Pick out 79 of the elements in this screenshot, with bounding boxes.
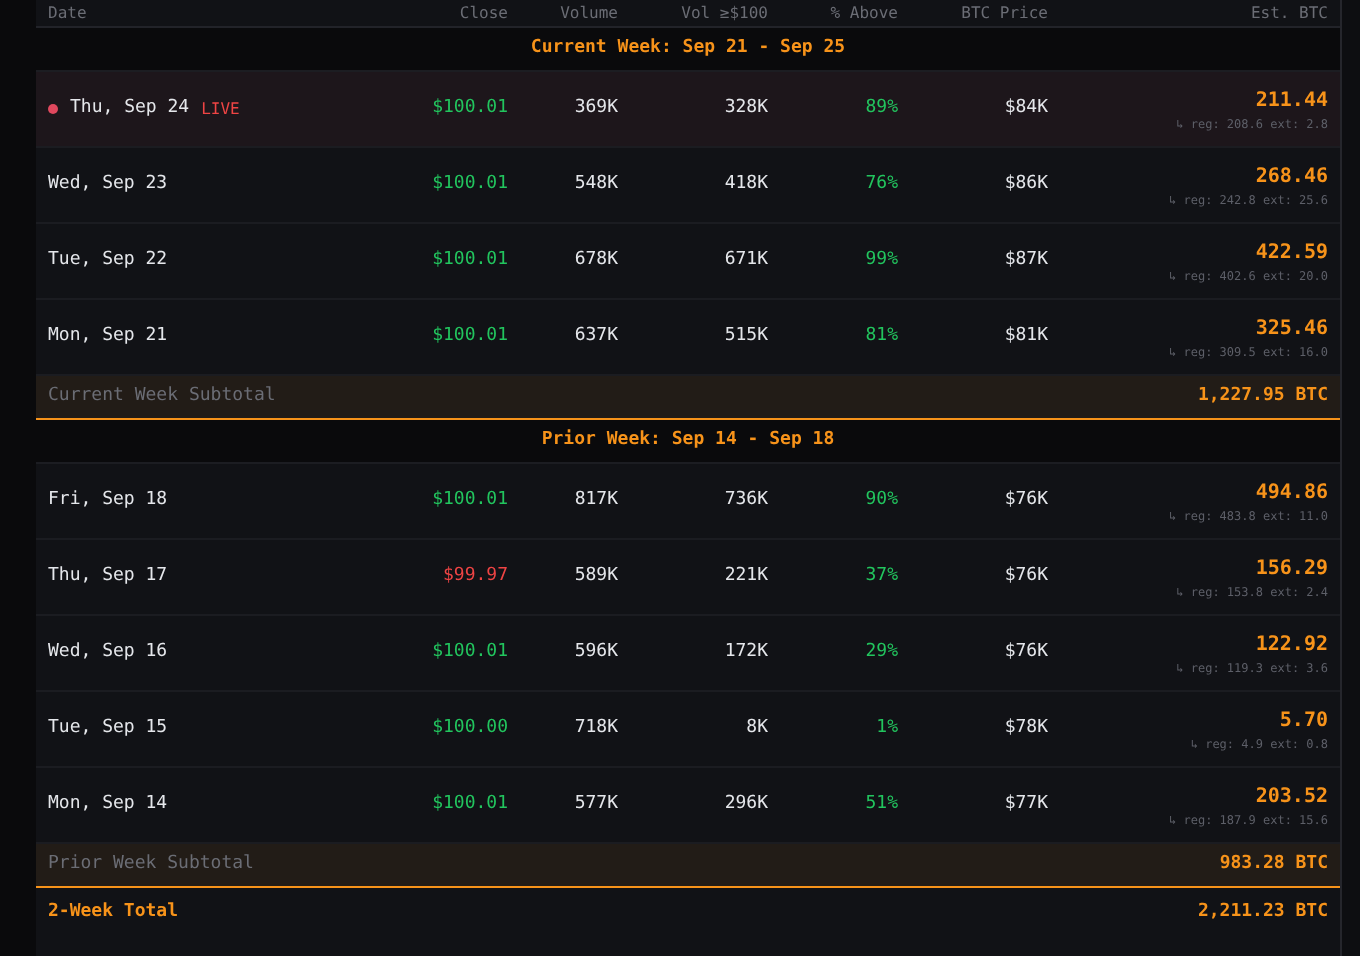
column-header: Close: [457, 3, 508, 23]
percent-cell-text: 37%: [863, 563, 898, 590]
date-cell-text: Mon, Sep 21: [48, 323, 168, 350]
estimate-cell-text: 122.92: [1255, 631, 1328, 659]
volume-cell-text: 718K: [572, 715, 618, 742]
close-cell-text: $99.97: [440, 563, 508, 590]
percent-cell-text: 51%: [863, 791, 898, 818]
date-cell-text: Fri, Sep 18: [48, 487, 168, 514]
date-cell-text: Thu, Sep 24: [70, 95, 190, 122]
price-cell-text: $76K: [1002, 639, 1048, 666]
volume-cell-text: 671K: [722, 247, 768, 274]
date-cell-text: Mon, Sep 14: [48, 791, 168, 818]
volume-cell-text: 221K: [722, 563, 768, 590]
date-cell-text: Tue, Sep 22: [48, 247, 168, 274]
estimate-cell-text: 494.86: [1255, 479, 1328, 507]
volume-cell-text: 577K: [572, 791, 618, 818]
percent-cell-text: 29%: [863, 639, 898, 666]
close-cell-text: $100.01: [430, 639, 508, 666]
column-header: Vol ≥$100: [679, 3, 768, 23]
price-cell-text: $76K: [1002, 563, 1048, 590]
subtotal-value: 1,227.95 BTC: [1197, 383, 1328, 410]
percent-cell-text: 90%: [863, 487, 898, 514]
price-cell-text: $77K: [1002, 791, 1048, 818]
total-value: 2,211.23 BTC: [1197, 900, 1328, 927]
price-cell-text: $84K: [1002, 95, 1048, 122]
column-header: Est. BTC: [1248, 3, 1328, 23]
close-cell-text: $100.01: [430, 95, 508, 122]
estimate-cell-text: 5.70: [1279, 707, 1328, 735]
subtotal-value: 983.28 BTC: [1219, 851, 1328, 878]
volume-cell-text: 369K: [572, 95, 618, 122]
section-title: Prior Week: Sep 14 - Sep 18: [541, 427, 835, 454]
estimate-cell-text: 268.46: [1255, 163, 1328, 191]
column-header: BTC Price: [959, 3, 1048, 23]
percent-cell-text: 81%: [863, 323, 898, 350]
close-cell-text: $100.01: [430, 791, 508, 818]
volume-cell-text: 736K: [722, 487, 768, 514]
close-cell-text: $100.01: [430, 323, 508, 350]
volume-cell-text: 817K: [572, 487, 618, 514]
subtotal-label: Current Week Subtotal: [48, 383, 276, 410]
volume-cell-text: 296K: [722, 791, 768, 818]
estimate-cell-text: 325.46: [1255, 315, 1328, 343]
estimate-cell-text: 422.59: [1255, 239, 1328, 267]
volume-cell-text: 8K: [744, 715, 768, 742]
date-cell-text: Wed, Sep 23: [48, 171, 168, 198]
close-cell-text: $100.00: [430, 715, 508, 742]
volume-cell-text: 548K: [572, 171, 618, 198]
volume-cell-text: 589K: [572, 563, 618, 590]
volume-cell-text: 328K: [722, 95, 768, 122]
volume-cell-text: 418K: [722, 171, 768, 198]
volume-cell-text: 172K: [722, 639, 768, 666]
total-label: 2-Week Total: [48, 900, 179, 927]
price-cell-text: $86K: [1002, 171, 1048, 198]
percent-cell-text: 76%: [863, 171, 898, 198]
date-cell-text: Thu, Sep 17: [48, 563, 168, 590]
estimate-cell-text: 211.44: [1255, 87, 1328, 115]
date-cell-text: Tue, Sep 15: [48, 715, 168, 742]
price-cell-text: $78K: [1002, 715, 1048, 742]
close-cell-text: $100.01: [430, 487, 508, 514]
price-cell-text: $81K: [1002, 323, 1048, 350]
volume-cell-text: 515K: [722, 323, 768, 350]
subtotal-label: Prior Week Subtotal: [48, 851, 254, 878]
percent-cell-text: 89%: [863, 95, 898, 122]
percent-cell-text: 99%: [863, 247, 898, 274]
close-cell-text: $100.01: [430, 171, 508, 198]
estimate-cell-text: 203.52: [1255, 783, 1328, 811]
percent-cell-text: 1%: [874, 715, 898, 742]
section-title: Current Week: Sep 21 - Sep 25: [530, 35, 846, 62]
date-cell-text: Wed, Sep 16: [48, 639, 168, 666]
close-cell-text: $100.01: [430, 247, 508, 274]
volume-cell-text: 678K: [572, 247, 618, 274]
column-header: Date: [48, 3, 89, 23]
column-header: % Above: [828, 3, 898, 23]
estimate-cell-text: 156.29: [1255, 555, 1328, 583]
live-label: LIVE: [201, 97, 240, 121]
price-cell-text: $87K: [1002, 247, 1048, 274]
price-cell-text: $76K: [1002, 487, 1048, 514]
volume-cell-text: 596K: [572, 639, 618, 666]
volume-cell-text: 637K: [572, 323, 618, 350]
column-header: Volume: [558, 3, 618, 23]
